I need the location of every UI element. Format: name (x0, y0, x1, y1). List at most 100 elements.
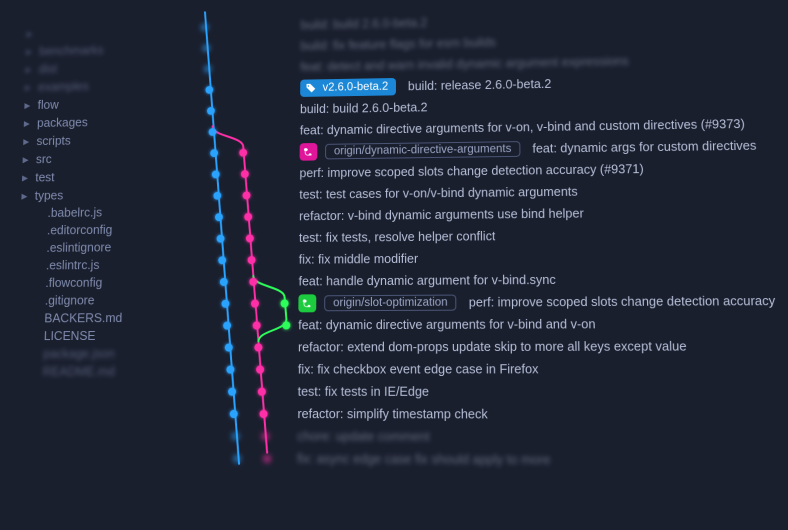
commit-row[interactable]: origin/slot-optimizationperf: improve sc… (172, 290, 788, 315)
tag-badge[interactable]: v2.6.0-beta.2 (300, 78, 396, 97)
tree-file[interactable]: .editorconfig (20, 221, 170, 240)
tree-item-label: types (35, 188, 64, 202)
commit-dot-blue (233, 455, 241, 463)
commit-dot-blue (215, 213, 223, 221)
branch-icon (302, 145, 316, 159)
branch-badge[interactable]: origin/dynamic-directive-arguments (325, 141, 520, 159)
tree-folder[interactable]: ▸src (22, 148, 171, 168)
commit-dot-green (282, 321, 290, 329)
commit-dot-pink (239, 149, 247, 157)
commit-graph-cell (171, 358, 290, 380)
badge-label: v2.6.0-beta.2 (323, 81, 389, 94)
tree-file[interactable]: .eslintrc.js (19, 256, 170, 275)
caret-icon: ▸ (27, 26, 35, 40)
commit-graph-cell (177, 78, 293, 101)
branch-badge[interactable]: origin/slot-optimization (324, 295, 457, 312)
caret-icon: ▸ (26, 44, 34, 58)
caret-icon: ▸ (24, 98, 32, 112)
caret-icon: ▸ (21, 188, 29, 203)
commit-dot-pink (249, 278, 257, 286)
tree-folder[interactable]: ▸ types (21, 185, 171, 205)
commit-dot-pink (251, 300, 259, 308)
commit-graph-cell (170, 425, 290, 448)
caret-icon: ▸ (22, 170, 30, 184)
commit-dot-pink (256, 366, 264, 374)
commit-row[interactable]: refactor: extend dom-props update skip t… (172, 335, 788, 359)
commit-dot-blue (223, 322, 231, 330)
commit-message: test: test cases for v-on/v-bind dynamic… (299, 185, 578, 202)
tree-item-label: .babelrc.js (47, 206, 102, 220)
commit-dot-green (281, 299, 289, 307)
commit-message: test: fix tests in IE/Edge (298, 385, 429, 399)
commit-row[interactable]: test: fix tests in IE/Edge (171, 380, 788, 403)
commit-row[interactable]: chore: update comment (170, 425, 788, 449)
commit-message: feat: handle dynamic argument for v-bind… (299, 273, 556, 289)
commit-message: build: release 2.6.0-beta.2 (408, 77, 552, 93)
tree-file[interactable]: package.json (16, 345, 168, 363)
caret-icon: ▸ (22, 152, 30, 166)
tree-item-label: .eslintrc.js (46, 258, 100, 272)
commit-row[interactable]: fix: async edge case fix should apply to… (169, 447, 788, 472)
commit-graph-cell (176, 99, 292, 122)
commit-graph-cell (175, 163, 292, 186)
commit-row[interactable]: refactor: simplify timestamp check (170, 403, 788, 427)
commit-message: feat: dynamic args for custom directives (532, 139, 756, 156)
commit-dot-blue (212, 170, 220, 178)
tree-folder[interactable]: ▸examples (25, 75, 173, 96)
commit-dot-blue (217, 235, 225, 243)
tree-item-label: examples (38, 79, 89, 93)
commit-message: perf: improve scoped slots change detect… (299, 162, 643, 180)
tree-item-label: dist (39, 62, 58, 76)
commit-dot-pink (248, 256, 256, 264)
commit-dot-blue (221, 300, 229, 308)
tree-file[interactable]: .babelrc.js (21, 203, 171, 222)
tree-file[interactable]: .flowconfig (18, 273, 169, 292)
tree-folder[interactable]: ▸ packages (24, 112, 173, 132)
commit-message: fix: async edge case fix should apply to… (297, 452, 550, 467)
tree-item-label: .editorconfig (47, 223, 113, 237)
badge-label: origin/slot-optimization (333, 297, 448, 310)
tree-file[interactable]: README.md (15, 363, 167, 381)
tree-file[interactable]: BACKERS.md (17, 309, 168, 327)
tree-file[interactable]: LICENSE (17, 327, 169, 345)
tree-file[interactable]: .gitignore (18, 291, 169, 309)
commit-graph-cell (176, 120, 292, 143)
branch-icon (300, 296, 314, 310)
tree-folder[interactable]: ▸ flow (24, 93, 173, 114)
commit-message: fix: fix middle modifier (299, 252, 418, 267)
tree-folder[interactable]: ▸scripts (23, 130, 172, 150)
commit-graph-cell (174, 184, 291, 207)
commit-message: chore: update comment (297, 429, 430, 444)
tree-item-label: README.md (43, 365, 116, 379)
tree-file[interactable]: .eslintignore (19, 238, 170, 257)
tree-item-label: packages (37, 115, 88, 129)
commit-dot-pink (261, 432, 269, 440)
commit-dot-blue (228, 388, 236, 396)
tree-item-label: .eslintignore (46, 241, 111, 255)
commit-dot-pink (263, 455, 271, 463)
commit-row[interactable]: fix: fix checkbox event edge case in Fir… (171, 358, 788, 381)
caret-icon: ▸ (24, 116, 32, 130)
branch-icon (298, 294, 316, 312)
commit-row[interactable]: feat: dynamic directive arguments for v-… (172, 312, 788, 336)
commit-dot-blue (205, 86, 213, 94)
tree-item-label: package.json (43, 347, 115, 361)
commit-log-panel[interactable]: build: build 2.6.0-beta.2build: fix feat… (168, 0, 788, 530)
commit-dot-pink (243, 191, 251, 199)
commit-dot-blue (207, 107, 215, 115)
commit-graph-cell (171, 381, 290, 403)
commit-dot-blue (226, 366, 234, 374)
badge-label: origin/dynamic-directive-arguments (334, 143, 511, 157)
tree-item-label: scripts (36, 134, 71, 148)
commit-dot-blue (213, 192, 221, 200)
tree-folder[interactable]: ▸ test (22, 166, 172, 186)
tag-icon (304, 81, 318, 95)
commit-dot-pink (254, 343, 262, 351)
commit-dot-blue (225, 344, 233, 352)
tree-item-label: test (35, 170, 55, 184)
commit-graph-cell (174, 227, 292, 250)
commit-row[interactable]: feat: handle dynamic argument for v-bind… (173, 267, 788, 293)
commit-dot-blue (201, 24, 209, 32)
tree-item-label: flow (37, 98, 58, 112)
commit-dot-blue (218, 256, 226, 264)
